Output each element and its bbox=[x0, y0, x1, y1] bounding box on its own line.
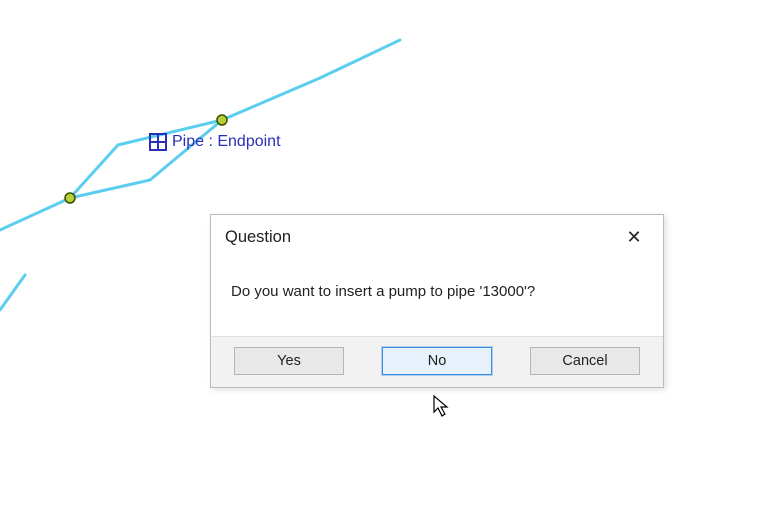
cancel-button[interactable]: Cancel bbox=[530, 347, 640, 375]
snap-endpoint-icon bbox=[148, 132, 168, 152]
close-button[interactable]: ✕ bbox=[619, 225, 649, 249]
no-button[interactable]: No bbox=[382, 347, 492, 375]
dialog-button-row: Yes No Cancel bbox=[211, 336, 663, 387]
snap-tooltip: Pipe : Endpoint bbox=[148, 132, 281, 152]
dialog-titlebar[interactable]: Question ✕ bbox=[211, 215, 663, 257]
dialog-title: Question bbox=[225, 228, 291, 247]
snap-tooltip-label: Pipe : Endpoint bbox=[172, 133, 281, 151]
dialog-message: Do you want to insert a pump to pipe '13… bbox=[211, 257, 663, 336]
yes-button[interactable]: Yes bbox=[234, 347, 344, 375]
question-dialog: Question ✕ Do you want to insert a pump … bbox=[210, 214, 664, 388]
close-icon: ✕ bbox=[626, 227, 641, 248]
